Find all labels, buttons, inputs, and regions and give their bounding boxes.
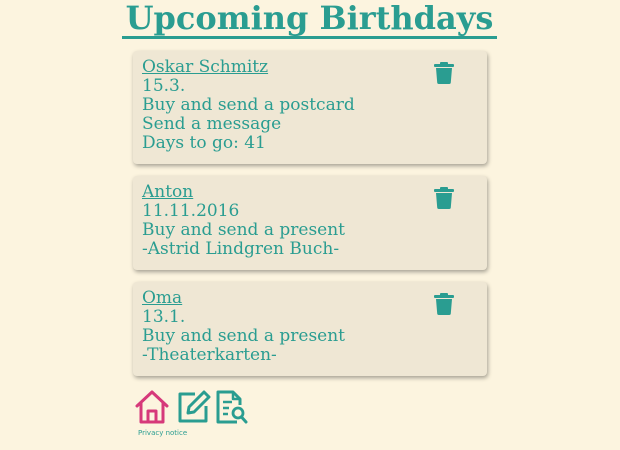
edit-icon[interactable]	[175, 389, 211, 425]
page-title: Upcoming Birthdays	[122, 0, 497, 39]
birthday-detail: Buy and send a present	[142, 220, 346, 240]
birthday-card: Anton 11.11.2016 Buy and send a present …	[133, 176, 487, 270]
home-icon[interactable]	[134, 389, 170, 425]
birthday-detail: Buy and send a present	[142, 326, 346, 346]
trash-icon[interactable]	[434, 187, 454, 209]
birthday-detail: Send a message	[142, 114, 282, 134]
birthday-card: Oma 13.1. Buy and send a present -Theate…	[133, 282, 487, 376]
days-to-go: Days to go: 41	[142, 133, 266, 153]
birthday-detail: -Astrid Lindgren Buch-	[142, 239, 340, 259]
birthday-detail: Buy and send a postcard	[142, 95, 355, 115]
trash-icon[interactable]	[434, 62, 454, 84]
birthday-detail: -Theaterkarten-	[142, 345, 277, 365]
search-document-icon[interactable]	[215, 389, 249, 425]
trash-icon[interactable]	[434, 293, 454, 315]
privacy-notice-link[interactable]: Privacy notice	[138, 429, 187, 438]
birthday-card: Oskar Schmitz 15.3. Buy and send a postc…	[133, 51, 487, 164]
